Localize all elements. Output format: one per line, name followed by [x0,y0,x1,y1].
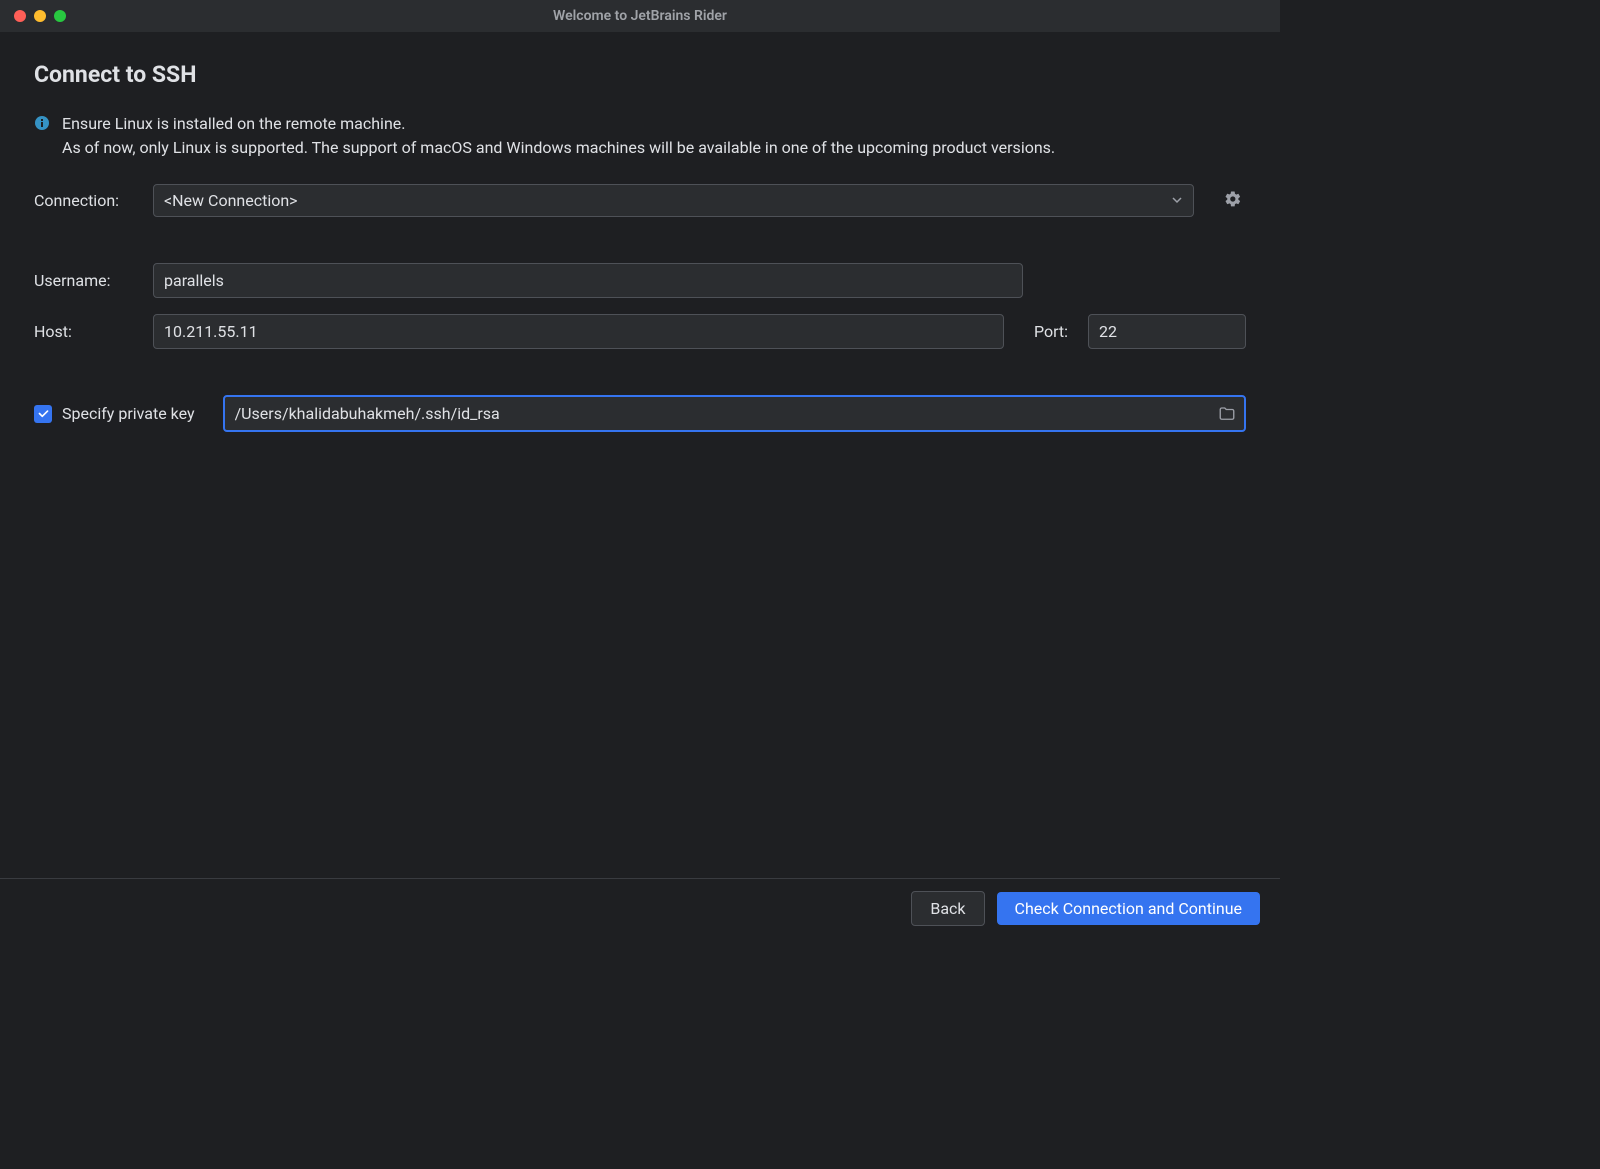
host-label: Host: [34,322,139,341]
connection-settings-button[interactable] [1220,188,1246,214]
info-banner: Ensure Linux is installed on the remote … [34,112,1246,160]
username-row: Username: [34,263,1246,298]
username-label: Username: [34,271,139,290]
chevron-down-icon [1171,191,1183,210]
port-label: Port: [1034,322,1068,341]
info-icon [34,115,50,131]
username-input[interactable] [153,263,1023,298]
info-line-1: Ensure Linux is installed on the remote … [62,114,405,133]
minimize-window-button[interactable] [34,10,46,22]
info-line-2: As of now, only Linux is supported. The … [62,138,1055,157]
private-key-input-wrap [223,395,1246,432]
maximize-window-button[interactable] [54,10,66,22]
content-area: Connect to SSH Ensure Linux is installed… [0,33,1280,432]
connection-value: <New Connection> [164,191,298,210]
specify-private-key-label: Specify private key [62,404,195,423]
private-key-path-input[interactable] [223,395,1246,432]
check-connection-and-continue-button[interactable]: Check Connection and Continue [997,892,1260,925]
titlebar: Welcome to JetBrains Rider [0,0,1280,33]
gear-icon [1224,190,1242,212]
folder-icon [1218,405,1236,423]
window-title: Welcome to JetBrains Rider [0,8,1280,24]
connection-label: Connection: [34,191,139,210]
host-input[interactable] [153,314,1004,349]
connection-dropdown[interactable]: <New Connection> [153,184,1194,217]
host-row: Host: Port: [34,314,1246,349]
browse-folder-button[interactable] [1218,405,1236,423]
specify-private-key-checkbox[interactable] [34,405,52,423]
check-icon [37,407,50,420]
info-text: Ensure Linux is installed on the remote … [62,112,1055,160]
connection-row: Connection: <New Connection> [34,184,1246,217]
private-key-row: Specify private key [34,395,1246,432]
footer: Back Check Connection and Continue [0,878,1280,938]
port-input[interactable] [1088,314,1246,349]
page-title: Connect to SSH [34,61,1246,88]
traffic-lights [0,10,66,22]
close-window-button[interactable] [14,10,26,22]
back-button[interactable]: Back [911,891,984,926]
